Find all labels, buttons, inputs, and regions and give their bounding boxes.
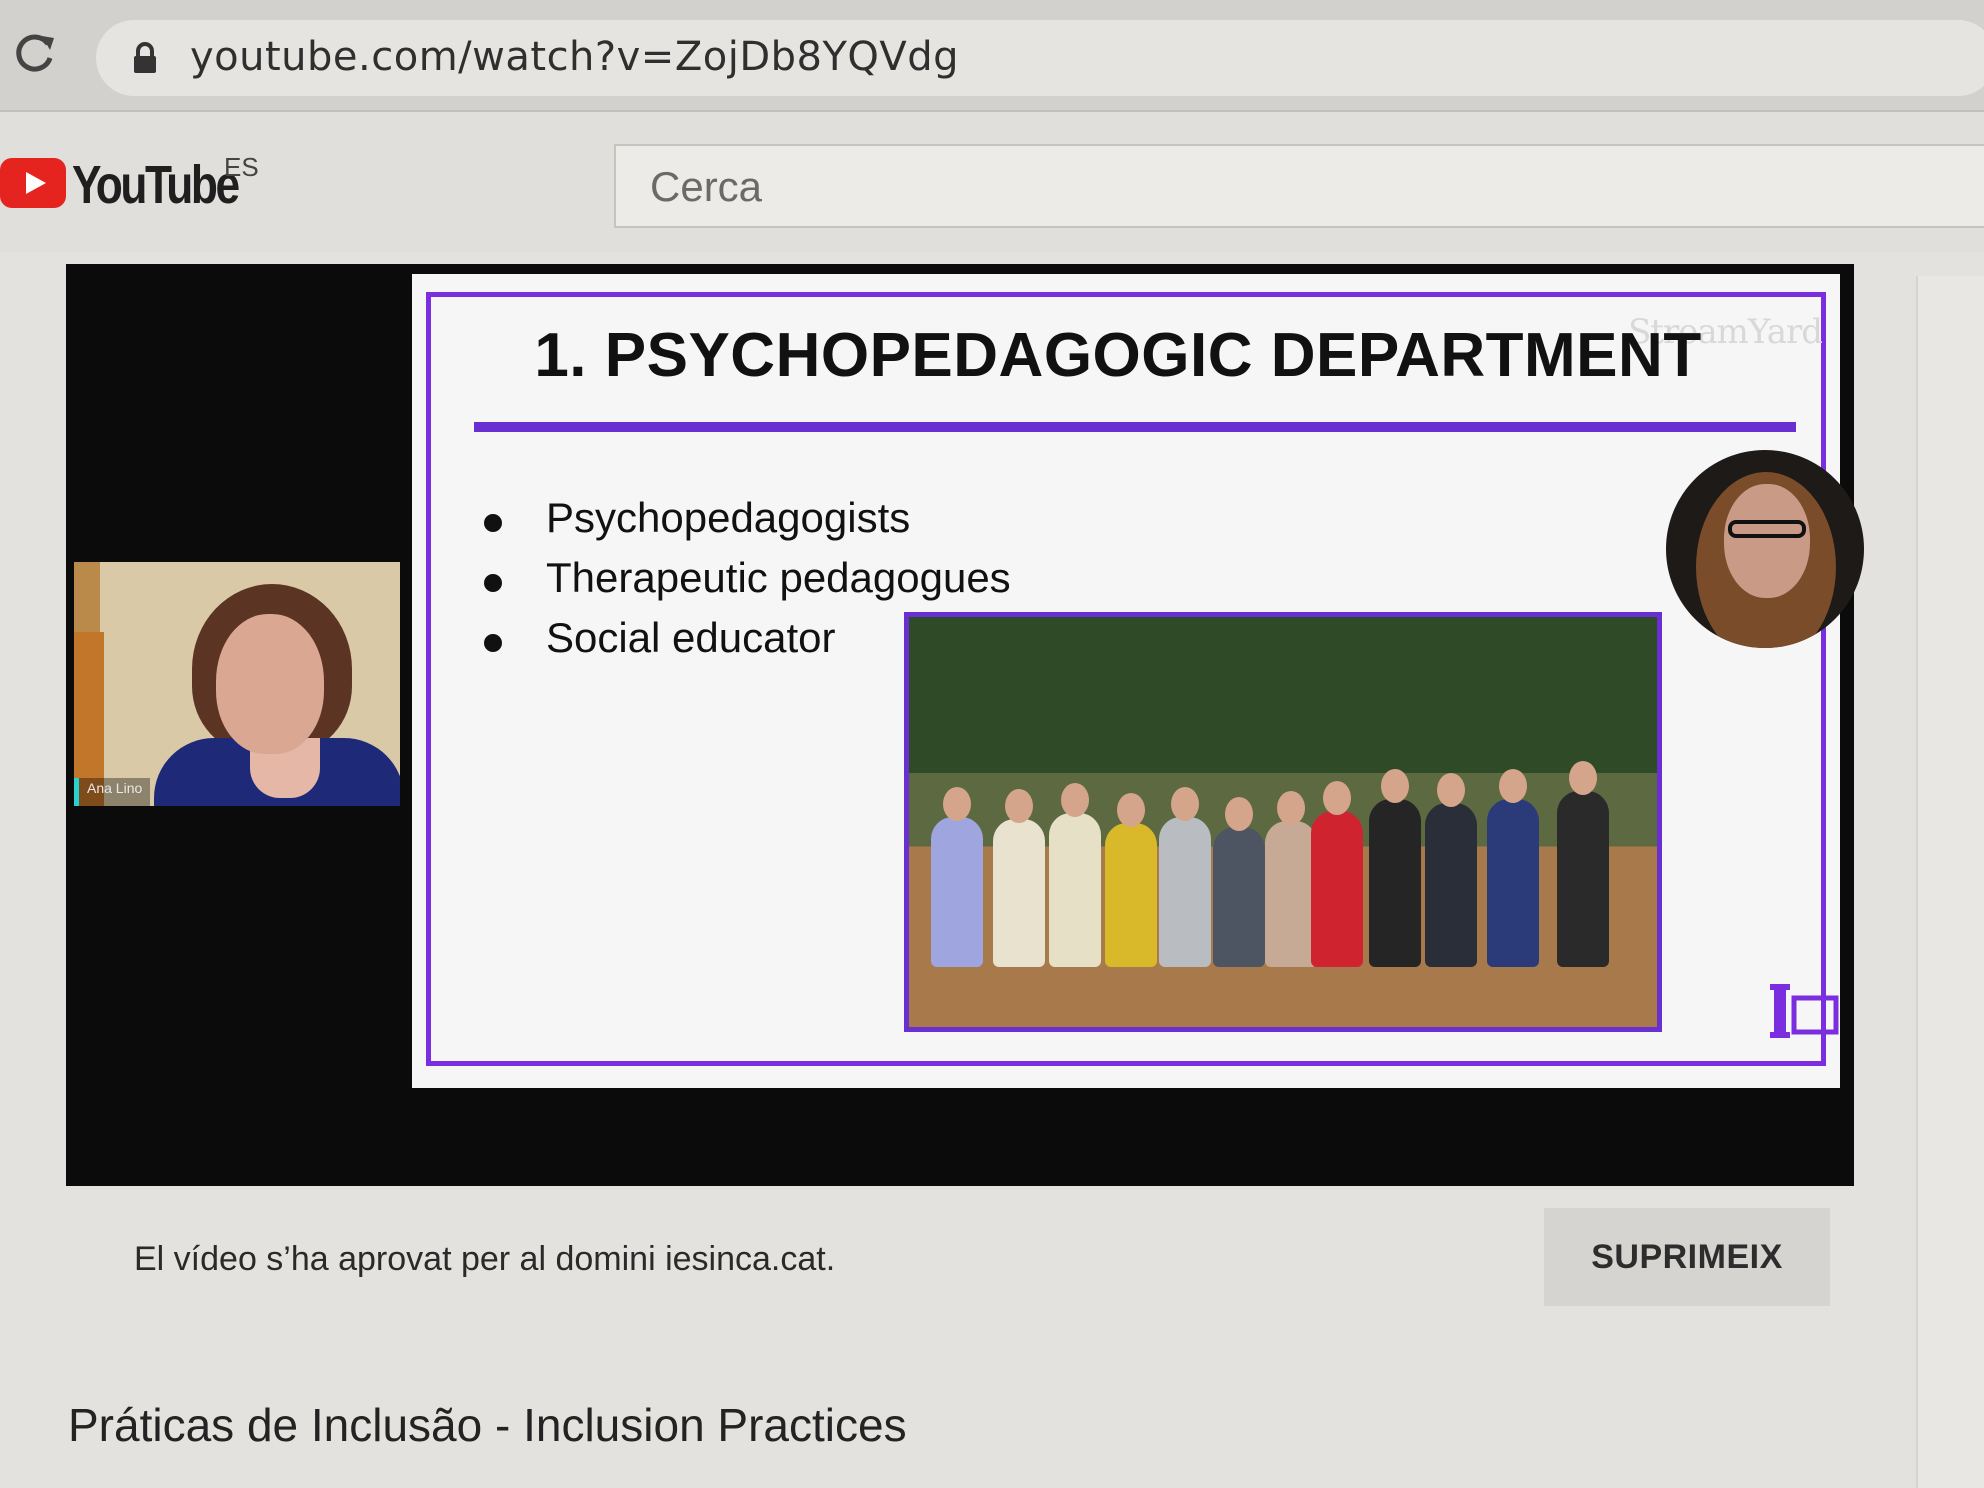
delete-button[interactable]: SUPRIMEIX — [1544, 1208, 1830, 1306]
reload-icon[interactable] — [12, 30, 58, 76]
slide-bullet: Therapeutic pedagogues — [474, 554, 1011, 614]
slide-bullet: Psychopedagogists — [474, 494, 1011, 554]
bullet-icon — [484, 514, 502, 532]
video-player[interactable]: Ana Lino StreamYard 1. PSYCHOPEDAGOGIC D… — [66, 264, 1864, 1186]
browser-toolbar: youtube.com/watch?v=ZojDb8YQVdg — [0, 0, 1984, 112]
bullet-icon — [484, 634, 502, 652]
school-logo — [1770, 984, 1839, 1038]
bullet-icon — [484, 574, 502, 592]
search-input[interactable] — [648, 160, 1652, 214]
region-code: ES — [224, 152, 259, 182]
youtube-play-icon — [0, 158, 66, 208]
speaker-webcam: Ana Lino — [74, 562, 400, 806]
sidebar-edge — [1916, 276, 1984, 1488]
video-title: Práticas de Inclusão - Inclusion Practic… — [68, 1399, 907, 1451]
address-bar[interactable]: youtube.com/watch?v=ZojDb8YQVdg — [96, 20, 1984, 96]
url-text: youtube.com/watch?v=ZojDb8YQVdg — [190, 34, 960, 80]
presenter-circle-webcam — [1666, 450, 1864, 648]
presentation-slide: StreamYard 1. PSYCHOPEDAGOGIC DEPARTMENT… — [412, 274, 1864, 1088]
approval-notice: El vídeo s’ha aprovat per al domini iesi… — [134, 1240, 836, 1278]
webcam-name-tag: Ana Lino — [74, 778, 151, 806]
youtube-wordmark: YouTube — [72, 155, 240, 215]
slide-title: 1. PSYCHOPEDAGOGIC DEPARTMENT — [534, 321, 1702, 390]
search-box[interactable] — [614, 144, 1984, 228]
lock-icon — [134, 42, 156, 73]
team-group-photo — [904, 612, 1662, 1032]
youtube-header: YouTube ES — [0, 112, 1984, 252]
title-rule — [474, 422, 1796, 432]
